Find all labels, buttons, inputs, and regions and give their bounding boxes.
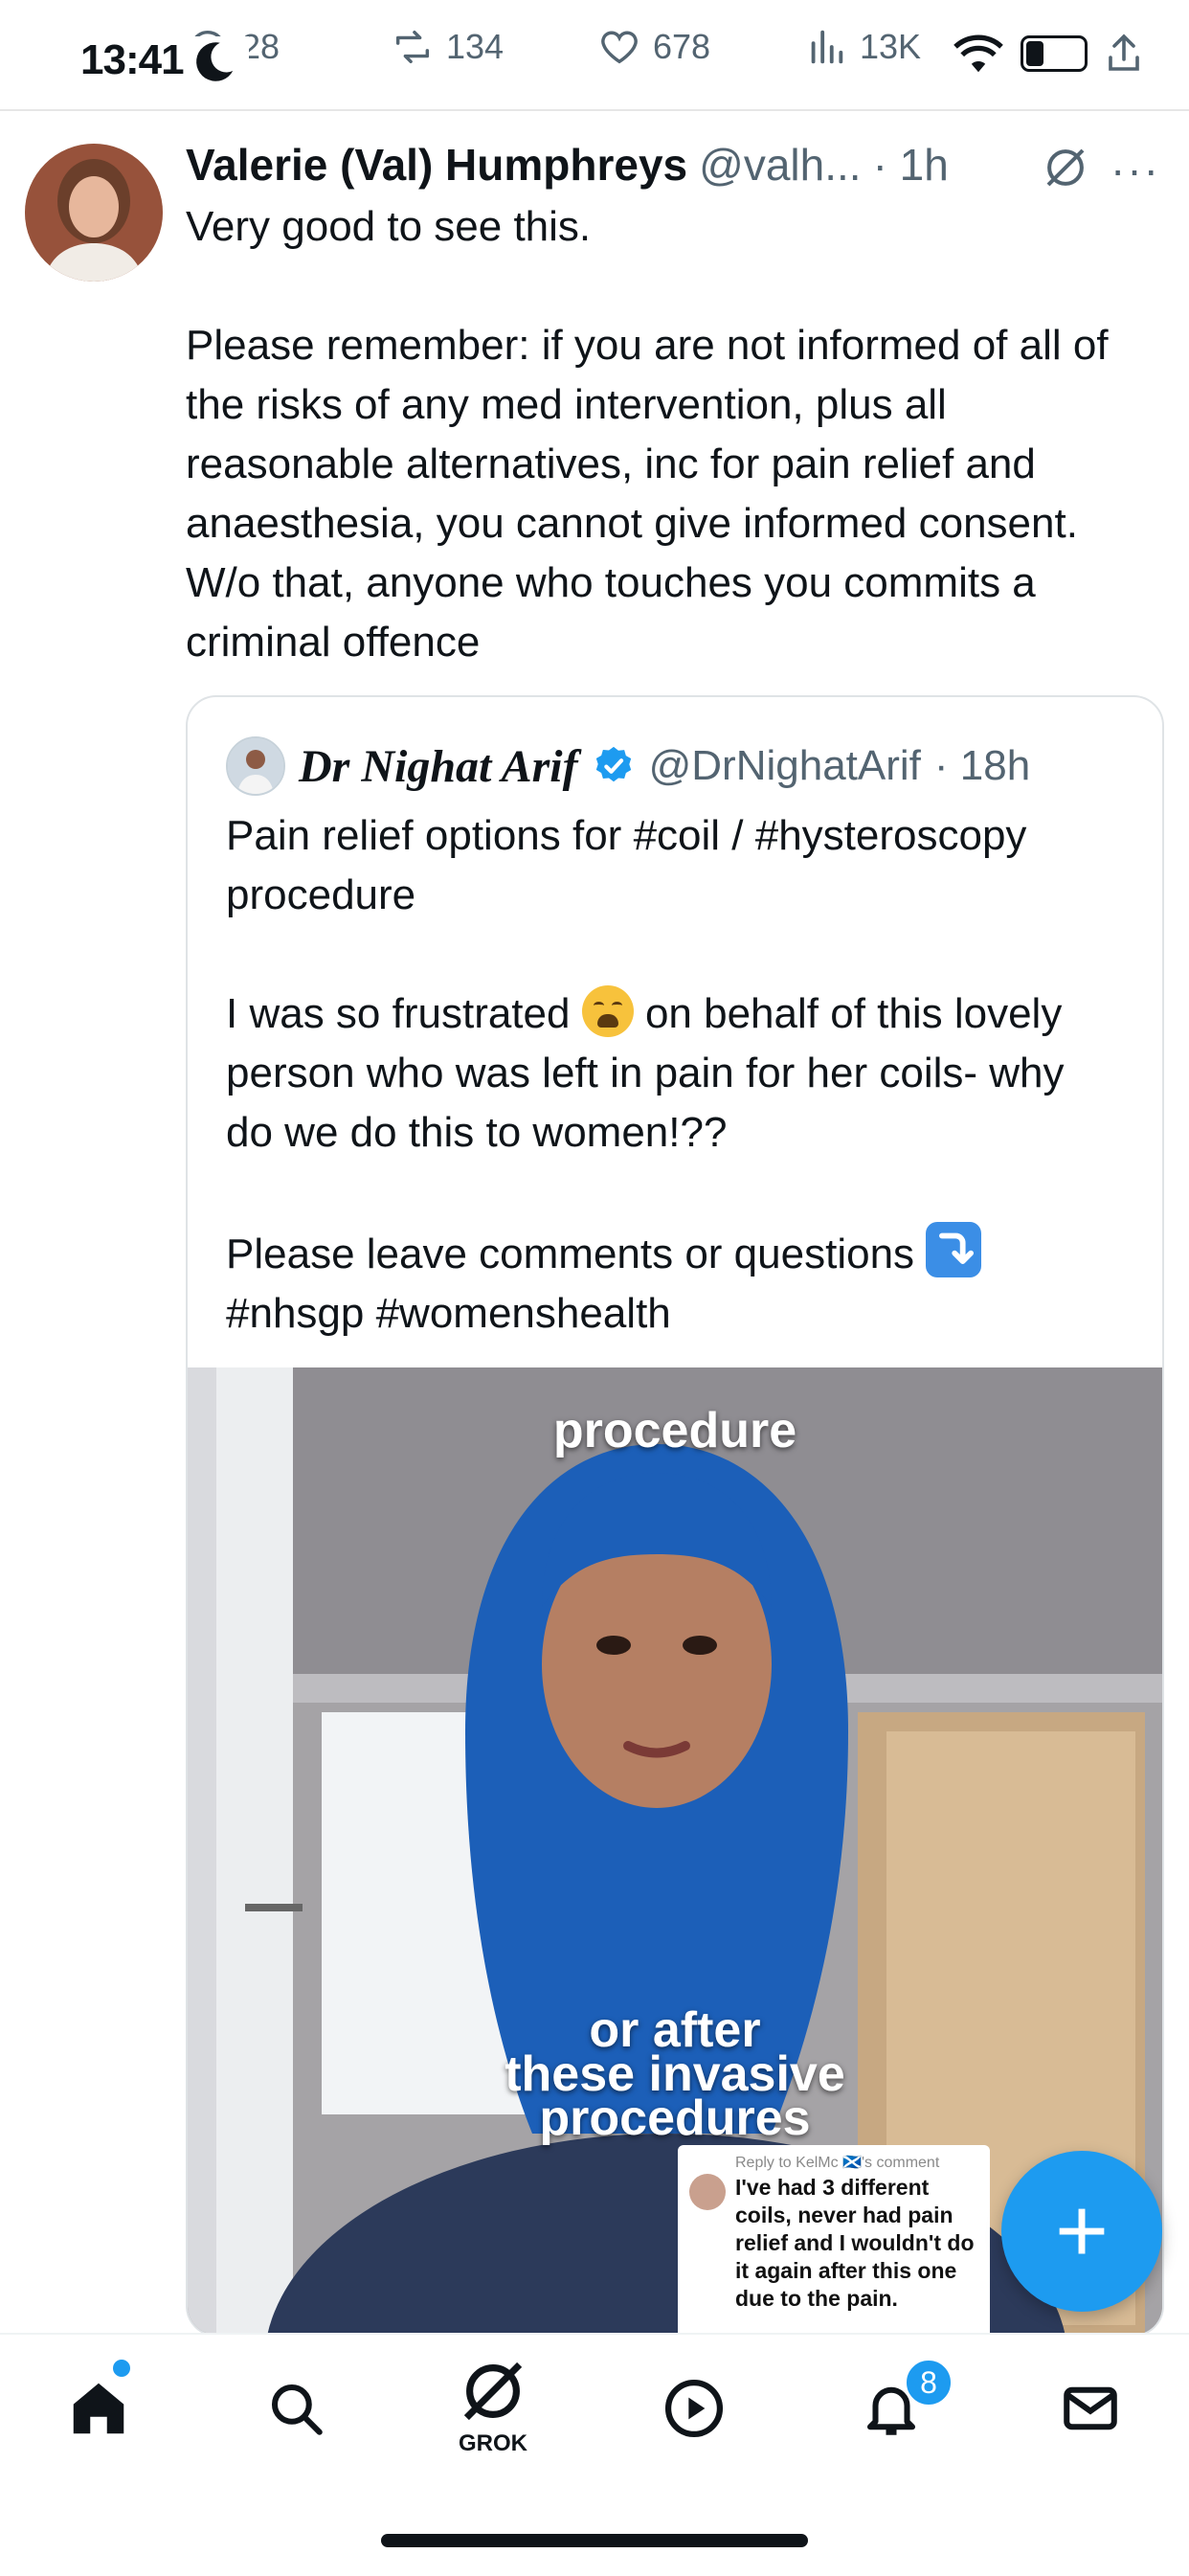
post-time: · 1h: [872, 140, 949, 190]
nav-search[interactable]: [253, 2365, 339, 2452]
quoted-post-time: · 18h: [933, 742, 1031, 789]
views-icon: [811, 30, 843, 64]
reply-comment-card: Reply to KelMc 🏴󠁧󠁢󠁳󠁣󠁴󠁿's comment I've ha…: [678, 2145, 990, 2335]
like-count[interactable]: 678: [597, 23, 710, 71]
author-name[interactable]: Valerie (Val) Humphreys: [186, 139, 687, 191]
home-indicator[interactable]: [381, 2534, 808, 2547]
grok-icon[interactable]: [1040, 142, 1091, 193]
nav-video[interactable]: [651, 2365, 737, 2452]
quoted-author-handle: @DrNighatArif: [648, 742, 921, 789]
reply-card-header: Reply to KelMc 🏴󠁧󠁢󠁳󠁣󠁴󠁿's comment: [735, 2155, 940, 2171]
share-icon[interactable]: [1101, 31, 1147, 77]
plus-icon: +: [1054, 2180, 1110, 2282]
reply-card-text: I've had 3 different coils, never had pa…: [735, 2175, 975, 2311]
post-header: Valerie (Val) Humphreys @valh... · 1h: [186, 138, 949, 192]
status-icons: [950, 25, 1147, 82]
wifi-icon: [953, 34, 1003, 73]
grok-nav-icon: [463, 2361, 523, 2421]
quoted-line-2: I was so frustrated on behalf of this lo…: [226, 984, 1116, 1163]
notifications-badge: 8: [904, 2358, 953, 2407]
home-notification-dot: [113, 2360, 130, 2377]
repost-count[interactable]: 134: [391, 23, 504, 71]
repost-count-value: 134: [446, 27, 505, 66]
quoted-header: Dr Nighat Arif @DrNighatArif · 18h: [226, 734, 1030, 799]
home-icon: [73, 2383, 124, 2434]
quoted-line-3: Please leave comments or questions #nhsg…: [226, 1222, 1116, 1344]
quoted-line-1: Pain relief options for #coil / #hystero…: [226, 812, 1027, 918]
quoted-post[interactable]: Dr Nighat Arif @DrNighatArif · 18h Pain …: [186, 695, 1164, 2337]
mail-icon: [1064, 2386, 1117, 2430]
search-icon: [271, 2384, 323, 2435]
quoted-body: Pain relief options for #coil / #hystero…: [226, 806, 1116, 1344]
quoted-line-2a: I was so frustrated: [226, 990, 571, 1037]
verified-badge-icon: [595, 746, 631, 782]
battery-icon: [1021, 35, 1088, 72]
quoted-hashtags: #nhsgp #womenshealth: [226, 1290, 671, 1337]
more-options-icon[interactable]: ···: [1110, 144, 1160, 195]
play-icon: [664, 2379, 724, 2438]
status-time: 13:41: [80, 36, 185, 83]
weary-face-icon: [581, 985, 634, 1037]
nav-messages[interactable]: [1047, 2365, 1133, 2452]
like-count-value: 678: [653, 27, 711, 66]
nav-grok[interactable]: [450, 2348, 536, 2434]
nav-home[interactable]: [56, 2365, 142, 2452]
moon-icon: [188, 36, 249, 94]
arrow-down-icon: [926, 1222, 982, 1277]
repost-icon: [395, 30, 430, 64]
commenter-avatar: [689, 2174, 726, 2210]
grok-label: GROK: [459, 2430, 527, 2456]
caption-bottom-line-3: procedures: [539, 2090, 811, 2146]
compose-button[interactable]: +: [1001, 2151, 1162, 2312]
quoted-author-name: Dr Nighat Arif: [299, 740, 578, 792]
heart-icon: [601, 31, 638, 64]
view-count[interactable]: 13K: [804, 23, 921, 71]
caption-top: procedure: [552, 1403, 797, 1458]
author-handle[interactable]: @valh...: [699, 139, 861, 191]
quoted-line-3a: Please leave comments or questions: [226, 1231, 915, 1277]
post-body: Very good to see this. Please remember: …: [186, 203, 1109, 666]
author-avatar[interactable]: [25, 144, 163, 282]
quoted-avatar: [226, 736, 285, 796]
view-count-value: 13K: [860, 27, 922, 66]
